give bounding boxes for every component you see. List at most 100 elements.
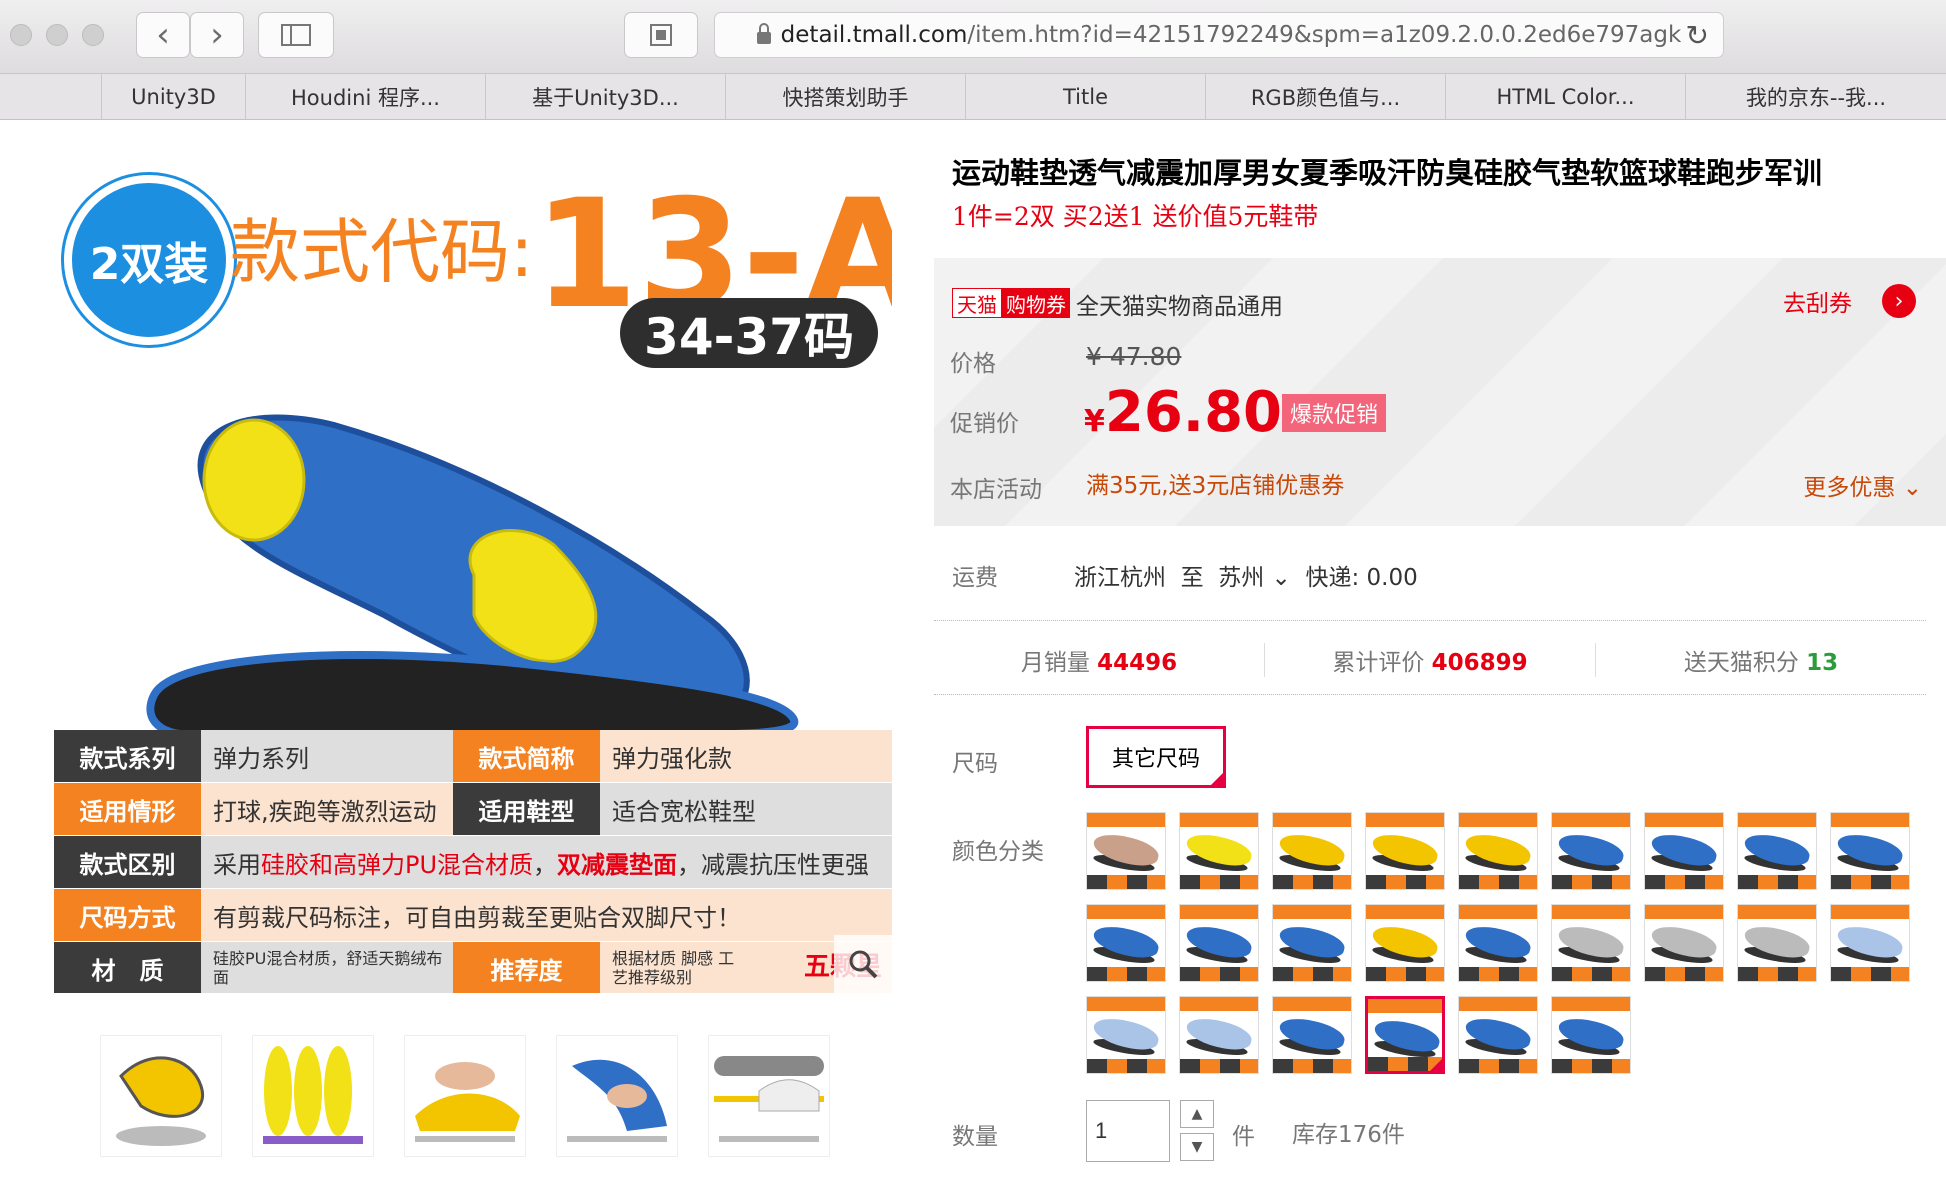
spec-label: 款式简称 <box>453 730 600 782</box>
price-panel: 天猫 购物券 全天猫实物商品通用 去刮券 › 价格 ¥ 47.80 促销价 ¥26… <box>934 258 1946 526</box>
quantity-increase-button[interactable]: ▲ <box>1180 1100 1214 1128</box>
size-label: 尺码 <box>952 751 998 777</box>
reader-button[interactable] <box>624 12 698 58</box>
quantity-decrease-button[interactable]: ▼ <box>1180 1133 1214 1161</box>
address-bar[interactable]: detail.tmall.com/item.htm?id=42151792249… <box>714 12 1724 58</box>
spec-label: 尺码方式 <box>54 889 201 941</box>
bookmark-item[interactable]: 基于Unity3D... <box>486 74 726 120</box>
main-product-image[interactable]: 2双装 款式代码:13-A 34-37码 款式系列 弹力系列 款式简称 弹力强化… <box>54 155 892 993</box>
spec-row: 材 质 硅胶PU混合材质，舒适天鹅绒布面 推荐度 根据材质 脚感 工艺推荐级别五… <box>54 942 892 993</box>
back-button[interactable]: ‹ <box>136 12 190 58</box>
spec-label: 推荐度 <box>453 942 600 993</box>
product-title: 运动鞋垫透气减震加厚男女夏季吸汗防臭硅胶气垫软篮球鞋跑步军训 <box>952 156 1823 190</box>
color-swatch[interactable] <box>1365 904 1445 982</box>
color-swatch[interactable] <box>1830 812 1910 890</box>
reader-icon <box>650 24 672 46</box>
shipping-value: 浙江杭州 至 苏州 ⌄ 快递: 0.00 <box>1074 565 1418 591</box>
thumbnail-image[interactable] <box>708 1035 830 1157</box>
chevron-left-icon: ‹ <box>156 15 170 55</box>
color-swatch[interactable] <box>1644 812 1724 890</box>
color-swatch[interactable] <box>1179 812 1259 890</box>
color-swatch[interactable] <box>1458 904 1538 982</box>
minimize-window-button[interactable] <box>46 24 68 46</box>
coupon-tag: 天猫 购物券 <box>952 288 1070 318</box>
quantity-input[interactable] <box>1086 1100 1170 1162</box>
color-swatch[interactable] <box>1551 996 1631 1074</box>
color-swatch[interactable] <box>1086 812 1166 890</box>
color-label: 颜色分类 <box>952 839 1044 865</box>
color-swatch[interactable] <box>1086 904 1166 982</box>
total-reviews[interactable]: 累计评价 406899 <box>1265 643 1596 677</box>
bookmark-spacer <box>0 74 102 120</box>
color-swatch[interactable] <box>1830 904 1910 982</box>
chevron-down-icon: ▼ <box>1191 1139 1203 1155</box>
chevron-right-icon: › <box>210 15 224 55</box>
chevron-right-icon: › <box>1882 284 1916 318</box>
bookmark-item[interactable]: HTML Color... <box>1446 74 1686 120</box>
spec-row: 适用情形 打球,疾跑等激烈运动 适用鞋型 适合宽松鞋型 <box>54 783 892 836</box>
thumbnail-image[interactable] <box>100 1035 222 1157</box>
spec-value: 适合宽松鞋型 <box>600 783 892 835</box>
color-swatch[interactable] <box>1365 996 1445 1074</box>
shop-activity-label: 本店活动 <box>950 477 1042 503</box>
forward-button[interactable]: › <box>190 12 244 58</box>
color-swatch[interactable] <box>1272 904 1352 982</box>
spec-label: 款式区别 <box>54 836 201 888</box>
stock-count: 库存176件 <box>1292 1122 1405 1148</box>
promo-price: ¥26.80 <box>1084 380 1283 445</box>
check-icon <box>1208 770 1226 788</box>
zoom-window-button[interactable] <box>82 24 104 46</box>
spec-value: 弹力强化款 <box>600 730 892 782</box>
spec-row: 款式系列 弹力系列 款式简称 弹力强化款 <box>54 730 892 783</box>
color-swatch[interactable] <box>1644 904 1724 982</box>
coupon-description: 全天猫实物商品通用 <box>1076 294 1283 320</box>
thumbnail-image[interactable] <box>252 1035 374 1157</box>
divider <box>934 620 1926 621</box>
product-subtitle: 1件=2双 买2送1 送价值5元鞋带 <box>952 202 1319 231</box>
insole-illustration <box>146 414 799 735</box>
bookmarks-bar: Unity3D Houdini 程序... 基于Unity3D... 快搭策划助… <box>0 74 1946 120</box>
destination-select[interactable]: 苏州 ⌄ <box>1218 565 1291 591</box>
spec-table: 款式系列 弹力系列 款式简称 弹力强化款 适用情形 打球,疾跑等激烈运动 适用鞋… <box>54 730 892 993</box>
spec-row: 尺码方式 有剪裁尺码标注，可自由剪裁至更贴合双脚尺寸！ <box>54 889 892 942</box>
bookmark-item[interactable]: Houdini 程序... <box>246 74 486 120</box>
price-label: 价格 <box>950 351 996 377</box>
color-swatch[interactable] <box>1737 904 1817 982</box>
color-swatch[interactable] <box>1272 812 1352 890</box>
size-option-selected[interactable]: 其它尺码 <box>1086 726 1226 788</box>
spec-value: 硅胶PU混合材质，舒适天鹅绒布面 <box>201 942 453 993</box>
color-swatch[interactable] <box>1272 996 1352 1074</box>
color-swatch[interactable] <box>1737 812 1817 890</box>
bookmark-item[interactable]: Unity3D <box>102 74 246 120</box>
color-swatch[interactable] <box>1179 996 1259 1074</box>
scratch-coupon-link[interactable]: 去刮券 › <box>1783 284 1916 318</box>
spec-label: 适用鞋型 <box>453 783 600 835</box>
color-swatch[interactable] <box>1458 812 1538 890</box>
reload-icon[interactable]: ↻ <box>1686 19 1709 52</box>
sidebar-button[interactable] <box>258 12 334 58</box>
sidebar-icon <box>281 24 311 46</box>
thumbnail-strip <box>100 1035 830 1157</box>
thumbnail-image[interactable] <box>556 1035 678 1157</box>
close-window-button[interactable] <box>10 24 32 46</box>
bookmark-item[interactable]: 快搭策划助手 <box>726 74 966 120</box>
bookmark-item[interactable]: 我的京东--我... <box>1686 74 1946 120</box>
color-swatch[interactable] <box>1551 904 1631 982</box>
quantity-unit: 件 <box>1232 1124 1255 1150</box>
color-swatch[interactable] <box>1086 996 1166 1074</box>
more-offers-link[interactable]: 更多优惠 ⌄ <box>1803 468 1922 502</box>
bookmark-item[interactable]: Title <box>966 74 1206 120</box>
quantity-label: 数量 <box>952 1124 998 1150</box>
spec-value: 有剪裁尺码标注，可自由剪裁至更贴合双脚尺寸！ <box>201 889 892 941</box>
color-swatch[interactable] <box>1179 904 1259 982</box>
lock-icon <box>756 23 771 44</box>
spec-label: 款式系列 <box>54 730 201 782</box>
color-swatch[interactable] <box>1551 812 1631 890</box>
color-swatch[interactable] <box>1365 812 1445 890</box>
zoom-icon[interactable] <box>834 935 892 993</box>
spec-label: 材 质 <box>54 942 201 993</box>
promo-price-label: 促销价 <box>950 411 1019 437</box>
thumbnail-image[interactable] <box>404 1035 526 1157</box>
bookmark-item[interactable]: RGB颜色值与... <box>1206 74 1446 120</box>
color-swatch[interactable] <box>1458 996 1538 1074</box>
